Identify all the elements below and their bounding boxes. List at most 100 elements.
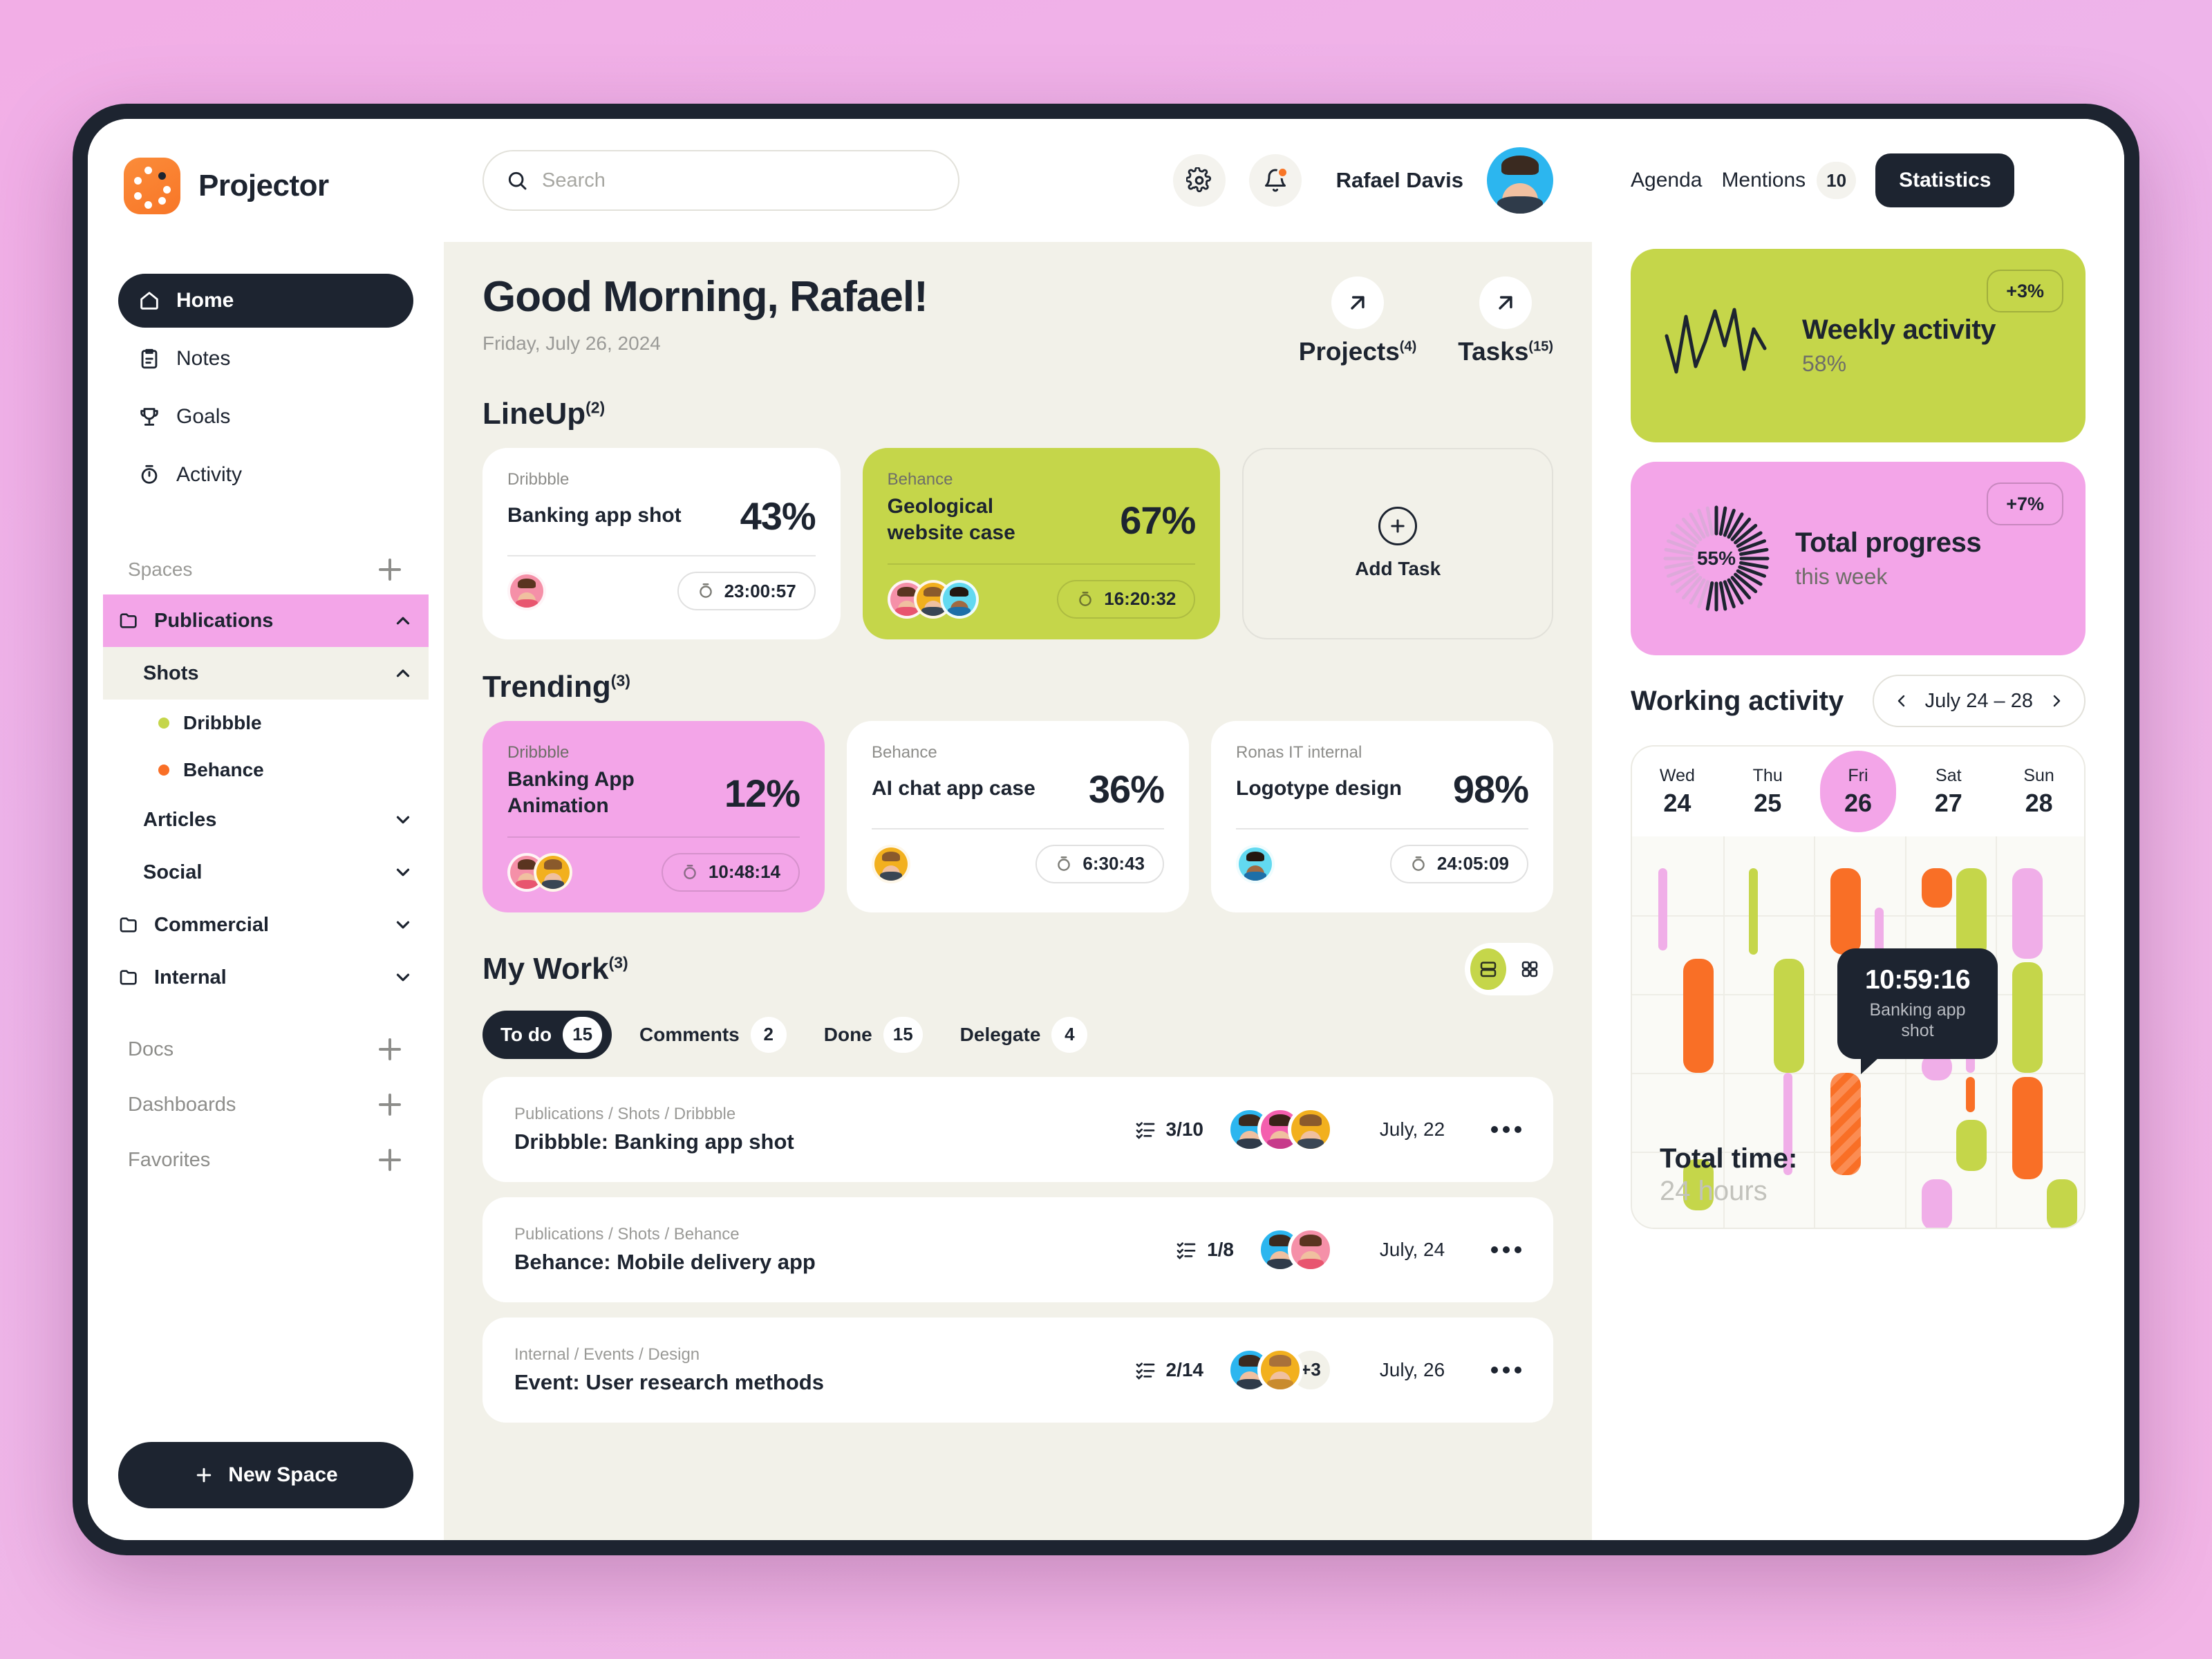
- quicklink-tasks[interactable]: Tasks(15): [1458, 276, 1553, 366]
- add-task-label: Add Task: [1355, 558, 1441, 580]
- chart-day-fri[interactable]: Fri 26: [1813, 766, 1904, 818]
- new-space-button[interactable]: New Space: [118, 1442, 413, 1508]
- lineup-card[interactable]: Behance Geological website case 67% 16:2…: [862, 448, 1221, 639]
- settings-button[interactable]: [1172, 154, 1226, 207]
- chart-day-wed[interactable]: Wed 24: [1632, 766, 1723, 818]
- chart-bar[interactable]: [2012, 1076, 2043, 1179]
- tab-mentions[interactable]: Mentions 10: [1721, 162, 1857, 199]
- tab-comments[interactable]: Comments 2: [621, 1011, 796, 1059]
- tab-done[interactable]: Done 15: [806, 1011, 932, 1059]
- tab-statistics[interactable]: Statistics: [1875, 153, 2015, 207]
- chart-bar[interactable]: [2012, 962, 2043, 1073]
- chart-bar[interactable]: [1956, 868, 1987, 959]
- divider: [887, 563, 1196, 565]
- chevron-down-icon[interactable]: [393, 967, 413, 988]
- table-row[interactable]: Publications / Shots / Behance Behance: …: [482, 1197, 1553, 1302]
- spaces-list: Publications Shots Dribbble Behance Arti…: [103, 594, 429, 1004]
- sidebar-section-docs[interactable]: Docs: [118, 1022, 413, 1077]
- avatar-stack: [1236, 844, 1275, 883]
- search-input[interactable]: [542, 169, 936, 192]
- space-label: Commercial: [154, 913, 270, 936]
- trending-card[interactable]: Behance AI chat app case 36% 6:30:43: [847, 720, 1189, 912]
- table-row[interactable]: Publications / Shots / Dribbble Dribbble…: [482, 1076, 1553, 1182]
- tab-delegate[interactable]: Delegate 4: [942, 1011, 1098, 1059]
- add-dashboard-button[interactable]: [376, 1091, 404, 1118]
- add-space-button[interactable]: [376, 556, 404, 583]
- table-row[interactable]: Internal / Events / Design Event: User r…: [482, 1317, 1553, 1423]
- tab-agenda[interactable]: Agenda: [1631, 169, 1702, 192]
- add-doc-button[interactable]: [376, 1035, 404, 1063]
- chart-bar[interactable]: [1965, 1076, 1975, 1112]
- chart-bar[interactable]: [1749, 868, 1759, 955]
- card-timer: 23:00:57: [677, 572, 816, 610]
- space-item-articles[interactable]: Articles: [103, 794, 429, 846]
- avatar[interactable]: [1487, 147, 1553, 214]
- chart-bar[interactable]: [1956, 1120, 1987, 1172]
- checklist-icon: [1175, 1239, 1197, 1261]
- more-options-icon[interactable]: [1491, 1366, 1521, 1374]
- space-item-commercial[interactable]: Commercial: [103, 899, 429, 951]
- space-item-behance[interactable]: Behance: [118, 747, 413, 794]
- lineup-card[interactable]: Dribbble Banking app shot 43% 23:00:57: [482, 448, 841, 639]
- sidebar-section-favorites[interactable]: Favorites: [118, 1132, 413, 1188]
- chevron-down-icon[interactable]: [393, 915, 413, 935]
- right-panel-body: +3% Weekly activity 58% +7% 55% Total pr…: [1592, 242, 2124, 1540]
- sidebar-item-activity[interactable]: Activity: [118, 448, 413, 502]
- chart-bar[interactable]: [1683, 958, 1714, 1073]
- card-source: Behance: [872, 742, 937, 762]
- sidebar-section-dashboards[interactable]: Dashboards: [118, 1077, 413, 1132]
- stat-card-total-progress[interactable]: +7% 55% Total progress this week: [1631, 462, 2086, 655]
- app-screen: Projector Home Notes Goals Activity Spac…: [88, 119, 2124, 1540]
- list-view-icon[interactable]: [1470, 948, 1506, 990]
- space-item-social[interactable]: Social: [103, 846, 429, 899]
- chevron-up-icon[interactable]: [393, 610, 413, 631]
- chevron-down-icon[interactable]: [393, 809, 413, 830]
- card-timer: 24:05:09: [1389, 844, 1528, 883]
- chart-day-sat[interactable]: Sat 27: [1903, 766, 1994, 818]
- space-item-publications[interactable]: Publications: [103, 594, 429, 647]
- add-favorite-button[interactable]: [376, 1146, 404, 1174]
- chart-bar[interactable]: [1921, 1179, 1952, 1228]
- sidebar-item-goals[interactable]: Goals: [118, 390, 413, 444]
- task-progress: 2/14: [1134, 1359, 1203, 1381]
- card-timer: 6:30:43: [1035, 844, 1164, 883]
- chevron-right-icon[interactable]: [2048, 693, 2065, 709]
- chevron-up-icon[interactable]: [393, 663, 413, 684]
- grid-view-icon[interactable]: [1512, 948, 1548, 990]
- chart-bar[interactable]: [2047, 1179, 2078, 1228]
- chevron-down-icon[interactable]: [393, 862, 413, 883]
- chart-bar[interactable]: [1658, 868, 1667, 951]
- stat-text: Total progress this week: [1795, 527, 1982, 590]
- stat-card-weekly-activity[interactable]: +3% Weekly activity 58%: [1631, 249, 2086, 442]
- sparkline-icon: [1661, 300, 1779, 391]
- tooltip-time: 10:59:16: [1864, 965, 1971, 995]
- sidebar-item-notes[interactable]: Notes: [118, 332, 413, 386]
- add-task-button[interactable]: Add Task: [1242, 448, 1554, 639]
- chart-bar[interactable]: [1921, 868, 1952, 908]
- search-box[interactable]: [482, 150, 959, 211]
- breadcrumb: Internal / Events / Design: [514, 1344, 700, 1364]
- notifications-button[interactable]: [1248, 154, 1302, 207]
- sidebar-item-home[interactable]: Home: [118, 274, 413, 328]
- chart-bar[interactable]: [1830, 868, 1861, 955]
- date-range-label: July 24 – 28: [1924, 689, 2033, 712]
- more-options-icon[interactable]: [1491, 1125, 1521, 1133]
- timer-icon: [1055, 855, 1073, 873]
- right-panel: Agenda Mentions 10 Statistics +3% Weekly…: [1592, 119, 2124, 1540]
- space-item-internal[interactable]: Internal: [103, 951, 429, 1004]
- card-source: Behance: [887, 470, 953, 489]
- chart-day-sun[interactable]: Sun 28: [1994, 766, 2084, 818]
- space-item-shots[interactable]: Shots: [103, 647, 429, 700]
- chart-bar[interactable]: [1830, 1073, 1861, 1176]
- trending-card[interactable]: Ronas IT internal Logotype design 98% 24…: [1211, 720, 1553, 912]
- avatar-stack: [872, 844, 910, 883]
- space-item-dribbble[interactable]: Dribbble: [118, 700, 413, 747]
- trending-card[interactable]: Dribbble Banking App Animation 12% 10:48…: [482, 720, 825, 912]
- chart-bar[interactable]: [1774, 958, 1805, 1073]
- more-options-icon[interactable]: [1491, 1246, 1521, 1253]
- chevron-left-icon[interactable]: [1893, 693, 1910, 709]
- quicklink-projects[interactable]: Projects(4): [1299, 276, 1416, 366]
- chart-day-thu[interactable]: Thu 25: [1723, 766, 1813, 818]
- tab-todo[interactable]: To do 15: [482, 1010, 612, 1059]
- chart-bar[interactable]: [2012, 868, 2043, 959]
